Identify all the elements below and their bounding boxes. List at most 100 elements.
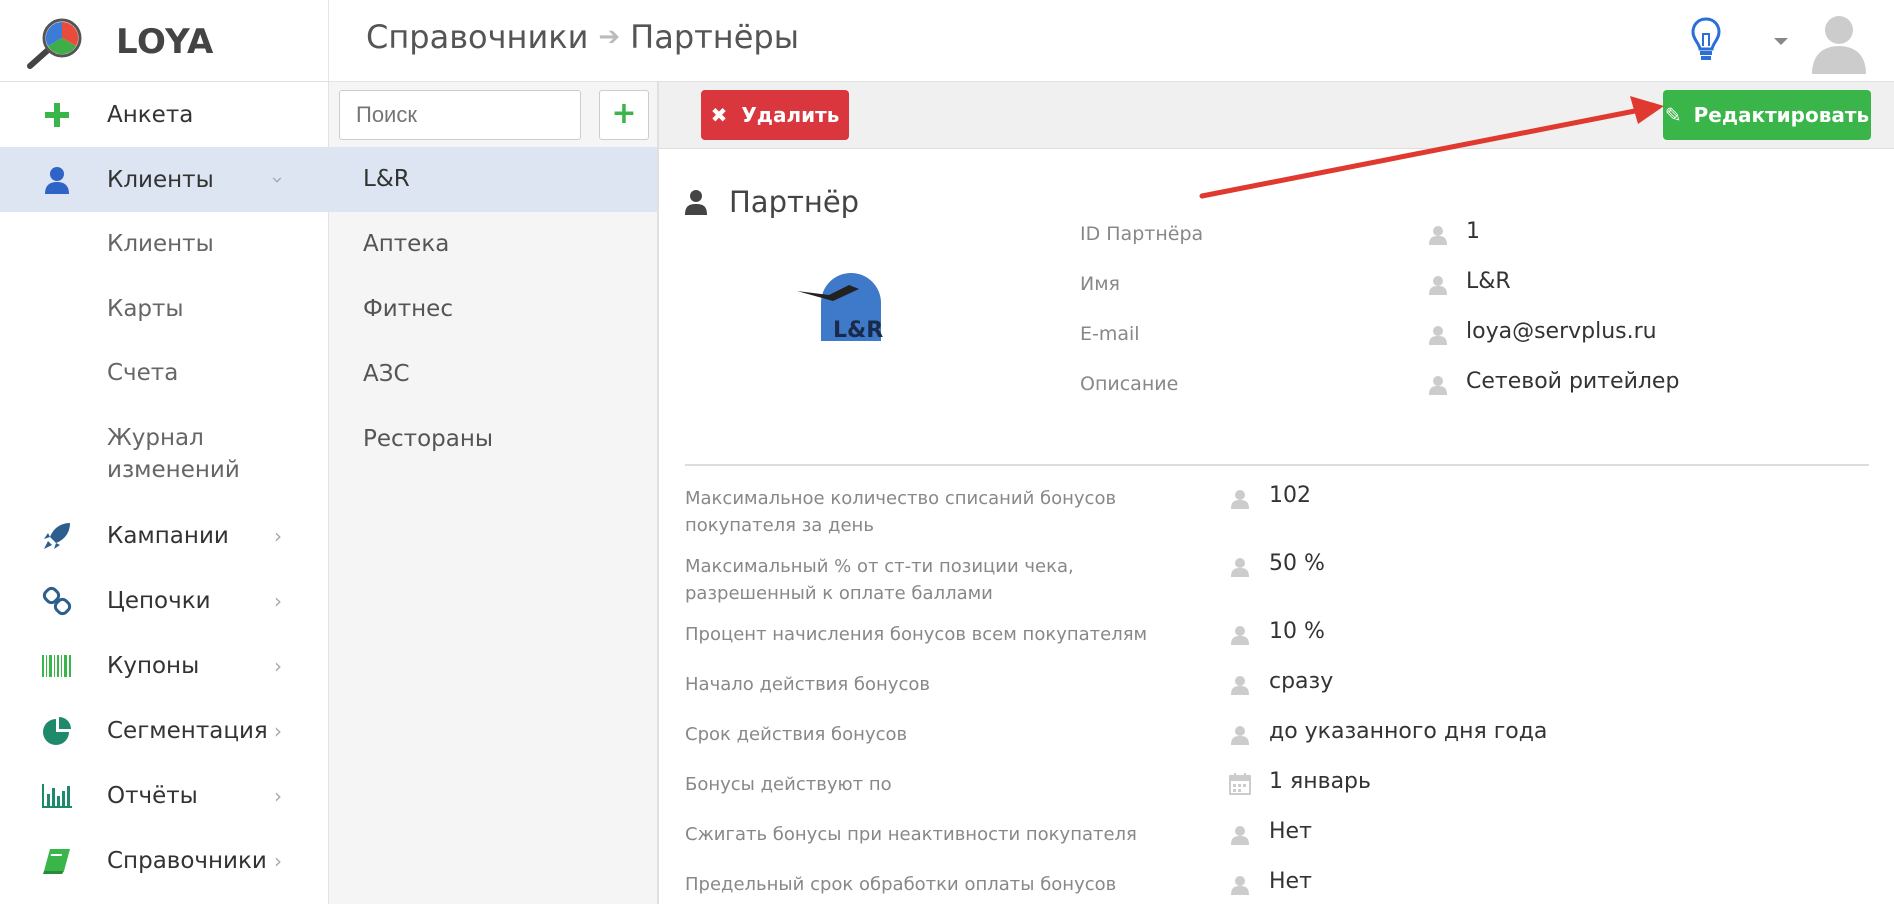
sidebar-item-label: Справочники	[107, 847, 267, 874]
lock-icon	[1429, 226, 1447, 245]
lock-icon	[1231, 676, 1249, 695]
sidebar: Анкета Клиенты › Клиенты Карты Счета Жур…	[0, 82, 329, 904]
param-value: 10 %	[1269, 619, 1325, 644]
sidebar-item-campaigns[interactable]: Кампании ›	[0, 503, 328, 568]
breadcrumb-current: Партнёры	[630, 18, 799, 56]
lock-icon	[1231, 826, 1249, 845]
sidebar-item-label: Анкета	[107, 101, 194, 128]
user-icon	[685, 190, 707, 215]
param-label: Предельный срок обработки оплаты бонусов	[685, 874, 1117, 895]
partner-details: Партнёр L&R ID Партнёра 1 Имя L&R E-mail…	[659, 149, 1894, 904]
lock-icon	[1429, 326, 1447, 345]
param-value: Нет	[1269, 819, 1312, 844]
bar-chart-icon	[40, 779, 74, 813]
avatar[interactable]	[1806, 8, 1872, 74]
sidebar-item-segmentation[interactable]: Сегментация ›	[0, 698, 328, 763]
logo-area[interactable]: LOYA	[0, 0, 329, 82]
pie-chart-icon	[40, 714, 74, 748]
lock-icon	[1231, 726, 1249, 745]
chevron-down-icon[interactable]: ›	[266, 176, 290, 184]
chevron-right-icon: ›	[274, 523, 282, 548]
list-item[interactable]: Фитнес	[329, 277, 657, 342]
partner-logo: L&R	[789, 271, 899, 341]
close-icon: ✖	[710, 103, 728, 127]
arrow-right-icon: ➔	[598, 22, 621, 52]
lightbulb-icon[interactable]	[1690, 16, 1722, 64]
sidebar-item-label: Цепочки	[107, 587, 211, 614]
param-value: 1 январь	[1269, 769, 1371, 794]
sidebar-subitem-changelog[interactable]: Журнал изменений	[107, 422, 307, 486]
sidebar-subitem-cards[interactable]: Карты	[107, 293, 184, 325]
calendar-icon	[1229, 773, 1251, 795]
field-value: 1	[1466, 219, 1480, 244]
param-label: Максимальное количество списаний бонусов…	[685, 488, 1117, 536]
param-value: до указанного дня года	[1269, 719, 1548, 744]
sidebar-item-reports[interactable]: Отчёты ›	[0, 763, 328, 828]
param-label: Бонусы действуют по	[685, 774, 892, 795]
delete-button-label: Удалить	[741, 103, 840, 127]
sidebar-item-label: Сегментация	[107, 717, 268, 744]
param-value: Нет	[1269, 869, 1312, 894]
chevron-right-icon: ›	[274, 718, 282, 743]
param-label: Процент начисления бонусов всем покупате…	[685, 624, 1148, 645]
chevron-right-icon: ›	[274, 783, 282, 808]
lock-icon	[1231, 558, 1249, 577]
lock-icon	[1231, 876, 1249, 895]
list-item[interactable]: АЗС	[329, 342, 657, 407]
logo-magnifier-icon	[27, 18, 82, 69]
edit-button-label: Редактировать	[1693, 103, 1870, 127]
sidebar-item-coupons[interactable]: Купоны ›	[0, 633, 328, 698]
sidebar-item-label: Отчёты	[107, 782, 198, 809]
lock-icon	[1429, 376, 1447, 395]
logo-text: LOYA	[116, 22, 214, 62]
plus-icon	[40, 98, 74, 132]
link-icon	[40, 584, 74, 618]
field-label: Имя	[1080, 273, 1120, 295]
chevron-down-icon[interactable]	[1774, 38, 1788, 45]
section-title: Партнёр	[685, 185, 859, 219]
toolbar: ✖ Удалить ✎ Редактировать	[659, 82, 1894, 149]
param-label: Максимальный % от ст-ти позиции чека, ра…	[685, 556, 1074, 604]
list-item[interactable]: Рестораны	[329, 407, 657, 472]
field-label: ID Партнёра	[1080, 223, 1204, 245]
field-value: L&R	[1466, 269, 1511, 294]
breadcrumb: Справочники ➔ Партнёры	[366, 18, 799, 56]
field-label: E-mail	[1080, 323, 1140, 345]
param-label: Срок действия бонусов	[685, 724, 908, 745]
header: LOYA Справочники ➔ Партнёры	[0, 0, 1894, 82]
list-item[interactable]: Аптека	[329, 212, 657, 277]
param-value: сразу	[1269, 669, 1334, 694]
barcode-icon	[40, 649, 74, 683]
pencil-icon: ✎	[1664, 103, 1682, 127]
delete-button[interactable]: ✖ Удалить	[701, 90, 849, 140]
lock-icon	[1429, 276, 1447, 295]
partner-list-panel: + L&R Аптека Фитнес АЗС Рестораны	[329, 82, 659, 904]
field-value: Сетевой ритейлер	[1466, 369, 1680, 394]
param-value: 102	[1269, 483, 1311, 508]
sidebar-subitem-clients[interactable]: Клиенты	[107, 228, 214, 260]
list-item[interactable]: L&R	[329, 147, 657, 212]
divider	[685, 464, 1869, 466]
edit-button[interactable]: ✎ Редактировать	[1663, 90, 1871, 140]
add-partner-button[interactable]: +	[599, 90, 649, 140]
param-value: 50 %	[1269, 551, 1325, 576]
sidebar-item-clients[interactable]: Клиенты ›	[0, 147, 328, 212]
book-icon	[40, 844, 74, 878]
sidebar-subitem-accounts[interactable]: Счета	[107, 357, 178, 389]
search-input[interactable]	[339, 90, 581, 140]
chevron-right-icon: ›	[274, 653, 282, 678]
sidebar-item-label: Кампании	[107, 522, 229, 549]
section-title-text: Партнёр	[729, 185, 860, 219]
field-label: Описание	[1080, 373, 1179, 395]
chevron-right-icon: ›	[274, 588, 282, 613]
lock-icon	[1231, 626, 1249, 645]
rocket-icon	[40, 519, 74, 553]
sidebar-item-chains[interactable]: Цепочки ›	[0, 568, 328, 633]
param-label: Начало действия бонусов	[685, 674, 930, 695]
sidebar-item-directories[interactable]: Справочники ›	[0, 828, 328, 893]
sidebar-item-questionnaire[interactable]: Анкета	[0, 82, 328, 147]
param-label: Сжигать бонусы при неактивности покупате…	[685, 824, 1137, 845]
sidebar-item-label: Купоны	[107, 652, 200, 679]
breadcrumb-parent[interactable]: Справочники	[366, 18, 588, 56]
user-icon	[40, 163, 74, 197]
